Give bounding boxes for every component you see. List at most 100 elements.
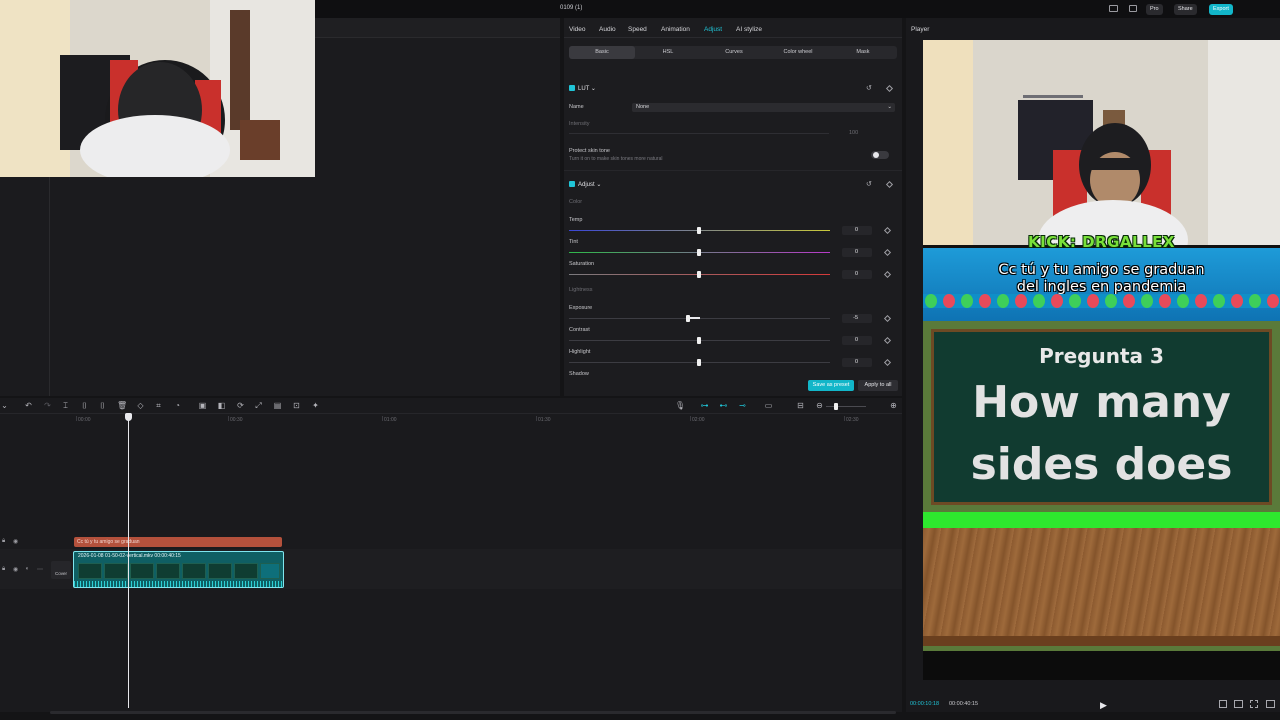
contrast-slider-knob[interactable]: [697, 337, 701, 344]
ruler-tick: [536, 416, 537, 421]
tab-audio[interactable]: Audio: [599, 26, 616, 33]
subtab-hsl[interactable]: HSL: [635, 46, 701, 59]
tab-ai-stylize[interactable]: AI stylize: [736, 26, 762, 33]
highlight-slider-knob[interactable]: [697, 359, 701, 366]
highlight-value[interactable]: 0: [842, 358, 872, 367]
zoom-slider[interactable]: [826, 406, 866, 407]
marker-icon[interactable]: ◇: [136, 401, 145, 410]
player-webcam-layer: [923, 40, 1280, 245]
magnet-icon[interactable]: ⊷: [719, 401, 728, 410]
mirror-icon[interactable]: ◧: [217, 401, 226, 410]
adjust-reset-icon[interactable]: ↺: [866, 180, 872, 188]
exposure-slider-knob[interactable]: [686, 315, 690, 322]
expand-icon[interactable]: [1266, 700, 1275, 708]
apply-to-all-button[interactable]: Apply to all: [858, 380, 898, 391]
decorative-lights: [923, 294, 1280, 308]
microphone-icon[interactable]: 🎙: [675, 401, 685, 410]
shadow-label: Shadow: [569, 371, 589, 376]
ruler-tick: [690, 416, 691, 421]
clip-thumbnail: [234, 563, 258, 579]
delete-icon[interactable]: 🗑: [117, 401, 127, 410]
ruler-label: 01:00: [384, 417, 397, 423]
lut-reset-icon[interactable]: ↺: [866, 84, 872, 92]
subtab-color-wheel[interactable]: Color wheel: [767, 46, 829, 59]
more-icon[interactable]: ⋯: [37, 566, 43, 573]
caption-icon[interactable]: ▤: [273, 401, 282, 410]
tab-adjust[interactable]: Adjust: [704, 26, 722, 33]
speed-icon[interactable]: ◔: [173, 401, 182, 410]
adjust-section-header[interactable]: Adjust ⌄: [569, 181, 601, 188]
subtab-curves[interactable]: Curves: [701, 46, 767, 59]
tab-animation[interactable]: Animation: [661, 26, 690, 33]
eye-icon[interactable]: ◉: [13, 566, 18, 573]
timeline-scrollbar[interactable]: [50, 711, 896, 714]
temp-slider-knob[interactable]: [697, 227, 701, 234]
transform-icon[interactable]: ⤢: [254, 401, 263, 410]
fullscreen-icon[interactable]: [1250, 700, 1258, 708]
tint-value[interactable]: 0: [842, 248, 872, 257]
question-line-2: sides does: [970, 439, 1233, 490]
player-letterbox: [923, 651, 1280, 680]
lock-icon[interactable]: 🔒︎: [2, 538, 5, 545]
zoom-in-icon[interactable]: ⊕: [889, 401, 898, 410]
resize-icon[interactable]: ⊡: [292, 401, 301, 410]
snap-icon[interactable]: ⊸: [738, 401, 747, 410]
freeze-icon[interactable]: ▣: [198, 401, 207, 410]
window-icon[interactable]: [1129, 5, 1137, 12]
contrast-value[interactable]: 0: [842, 336, 872, 345]
lut-checkbox[interactable]: [569, 85, 575, 91]
audio-icon[interactable]: ◖: [25, 566, 29, 572]
temp-value[interactable]: 0: [842, 226, 872, 235]
subtab-mask[interactable]: Mask: [829, 46, 897, 59]
zoom-slider-knob[interactable]: [834, 403, 838, 410]
play-icon[interactable]: ▶: [1100, 700, 1107, 711]
subtab-basic[interactable]: Basic: [569, 46, 635, 59]
clip-thumbnail: [78, 563, 102, 579]
question-text: How many sides does: [934, 372, 1269, 496]
playhead-handle[interactable]: [125, 413, 132, 421]
split-left-icon[interactable]: ⌷: [80, 401, 89, 410]
tab-video[interactable]: Video: [569, 26, 586, 33]
lut-name-select[interactable]: None ⌄: [632, 103, 895, 112]
link-main-track-icon[interactable]: ⊶: [700, 401, 709, 410]
saturation-value[interactable]: 0: [842, 270, 872, 279]
kick-channel-text: KICK: DRGALLEX: [1028, 233, 1175, 251]
tint-slider-knob[interactable]: [697, 249, 701, 256]
split-icon[interactable]: ⌶: [61, 401, 70, 410]
split-right-icon[interactable]: ⌷: [98, 401, 107, 410]
redo-icon[interactable]: ↷: [43, 401, 52, 410]
zoom-fit-icon[interactable]: ⊟: [796, 401, 805, 410]
protect-skin-toggle[interactable]: [871, 151, 889, 159]
select-tool-icon[interactable]: ⌄: [0, 401, 9, 410]
ruler-label: 02:30: [846, 417, 859, 423]
lut-section-header[interactable]: LUT ⌄: [569, 85, 596, 92]
crop-icon[interactable]: ⌗: [154, 401, 163, 410]
audio-waveform: [74, 581, 283, 587]
section-divider: [564, 170, 902, 171]
lock-icon[interactable]: 🔒︎: [2, 566, 5, 573]
adjust-checkbox[interactable]: [569, 181, 575, 187]
ratio-icon[interactable]: [1219, 700, 1227, 708]
exposure-value[interactable]: -5: [842, 314, 872, 323]
layout-icon[interactable]: [1109, 5, 1118, 12]
tab-speed[interactable]: Speed: [628, 26, 647, 33]
undo-icon[interactable]: ↶: [24, 401, 33, 410]
quality-icon[interactable]: [1234, 700, 1243, 708]
share-button[interactable]: Share: [1174, 4, 1197, 15]
tint-label: Tint: [569, 239, 578, 245]
magic-icon[interactable]: ✦: [311, 401, 320, 410]
rotate-icon[interactable]: ⟳: [236, 401, 245, 410]
video-clip[interactable]: 2026-01-08 01-50-02-vertical.mkv 00:00:4…: [73, 551, 284, 588]
eye-icon[interactable]: ◉: [13, 538, 18, 545]
saturation-slider-knob[interactable]: [697, 271, 701, 278]
export-button[interactable]: Export: [1209, 4, 1233, 15]
cover-button[interactable]: Cover: [51, 561, 71, 579]
playhead[interactable]: [128, 414, 129, 708]
save-as-preset-button[interactable]: Save as preset: [808, 380, 854, 391]
pro-button[interactable]: Pro: [1146, 4, 1163, 15]
webcam-overlay: [0, 0, 315, 177]
zoom-out-icon[interactable]: ⊖: [815, 401, 824, 410]
preview-axis-icon[interactable]: ▭: [764, 401, 773, 410]
player-viewport[interactable]: KICK: DRGALLEX Cc tú y tu amigo se gradu…: [923, 40, 1280, 680]
text-clip[interactable]: Cc tú y tu amigo se graduan: [74, 537, 282, 547]
